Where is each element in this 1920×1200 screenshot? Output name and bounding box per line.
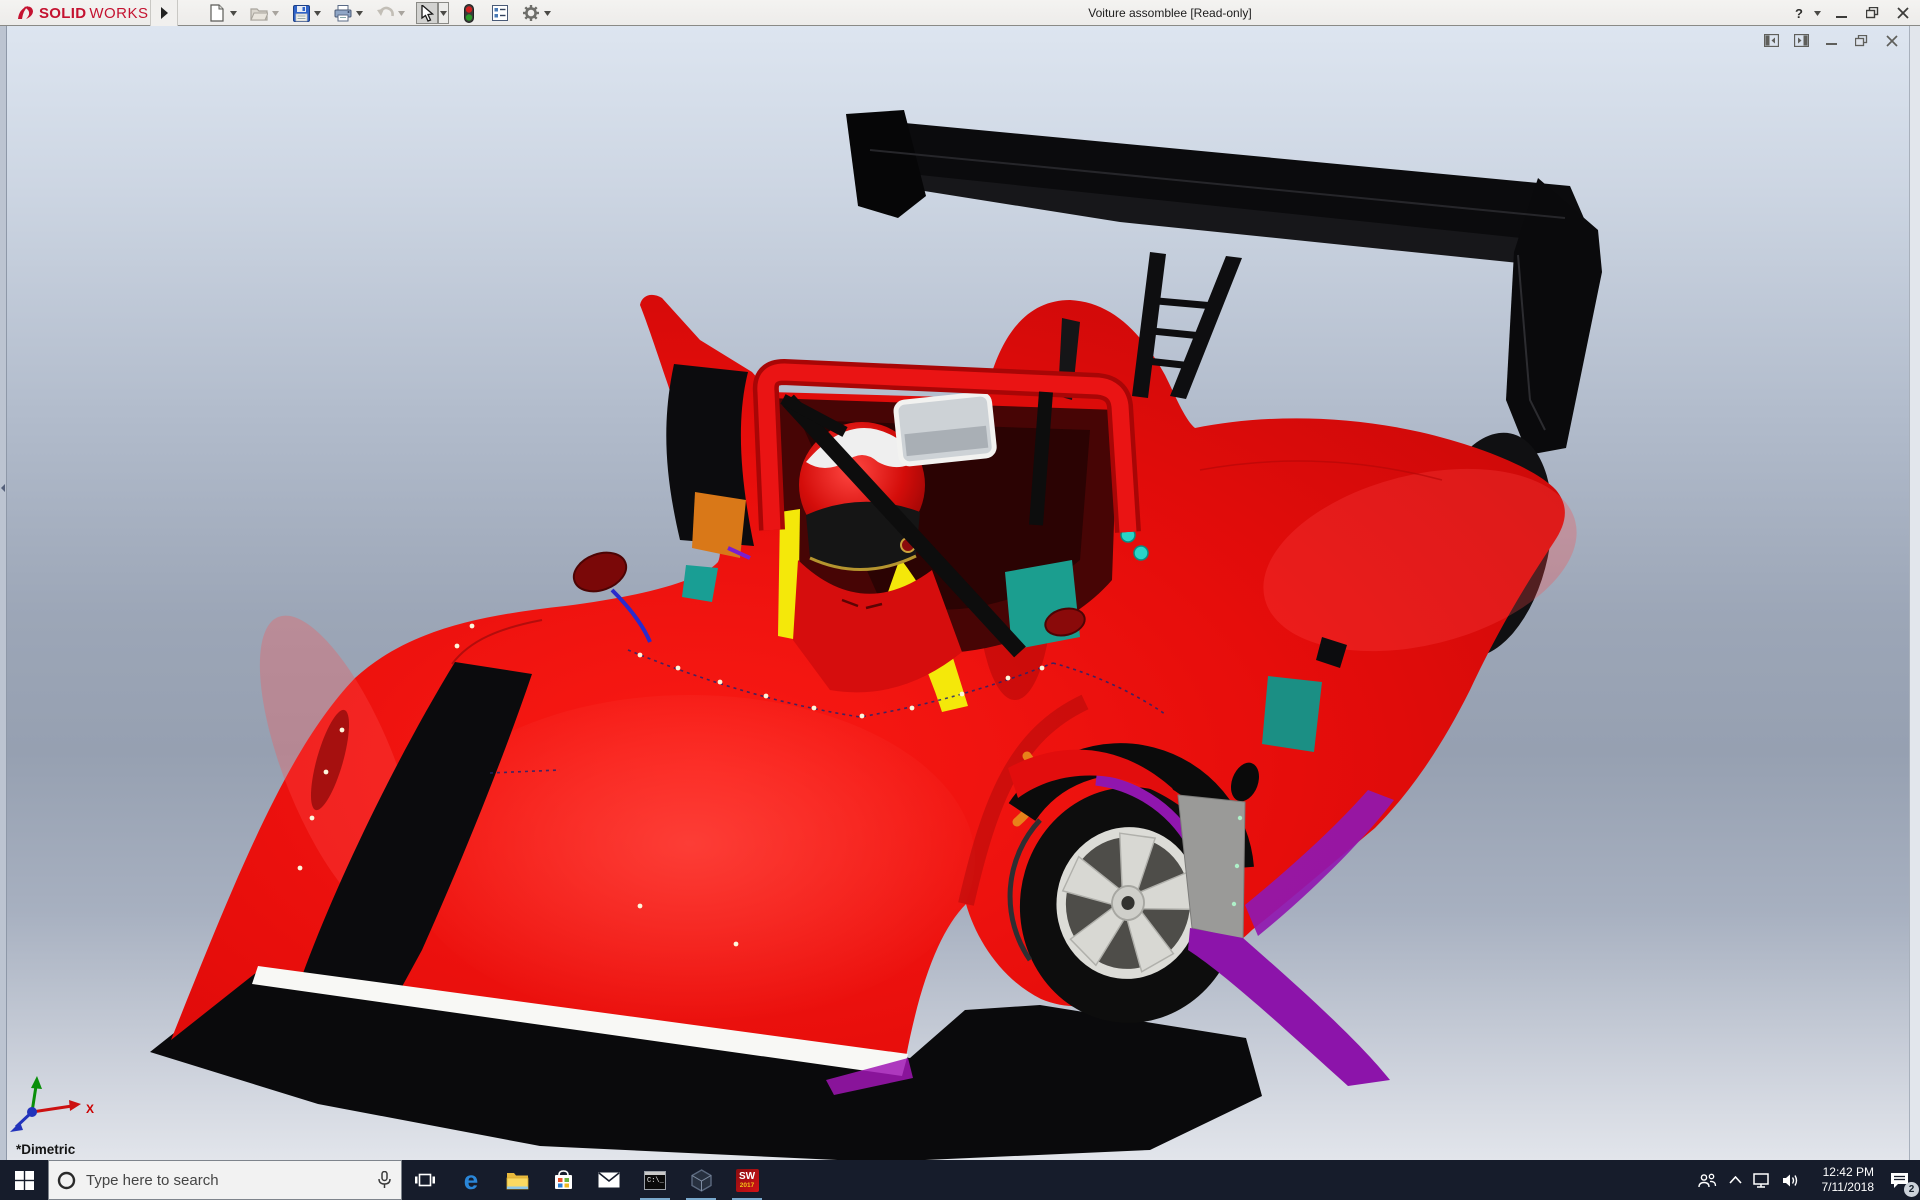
select-tool-button[interactable] xyxy=(416,2,438,24)
settings-dropdown[interactable] xyxy=(542,2,553,24)
new-document-dropdown[interactable] xyxy=(228,2,239,24)
solidworks-logo: SOLID WORKS xyxy=(14,0,149,26)
task-pane-strip[interactable] xyxy=(1909,26,1920,1160)
view-orientation-label: *Dimetric xyxy=(16,1142,76,1157)
start-button[interactable] xyxy=(0,1160,48,1200)
open-folder-icon xyxy=(250,7,268,21)
settings-gear-button[interactable] xyxy=(520,2,542,24)
brand-text-bold: SOLID xyxy=(39,4,87,22)
close-button[interactable] xyxy=(1892,2,1914,24)
teal-fitting-2 xyxy=(1133,545,1149,561)
interior-orange-panel xyxy=(692,492,746,558)
model-3d-view[interactable]: X xyxy=(0,26,1920,1160)
hexagon-app-icon xyxy=(690,1168,712,1192)
solidworks-app-icon: SW 2017 xyxy=(735,1168,759,1192)
undo-arrow-icon xyxy=(377,6,394,17)
taskbar-app-store[interactable] xyxy=(540,1160,586,1200)
minimize-button[interactable] xyxy=(1830,2,1852,24)
options-list-button[interactable] xyxy=(489,2,511,24)
save-floppy-icon xyxy=(292,4,310,22)
new-document-button[interactable] xyxy=(206,2,228,24)
collapse-arrow-icon xyxy=(1,484,5,492)
wing-struts xyxy=(1132,252,1242,399)
side-teal-vent xyxy=(1262,676,1322,752)
system-tray: 12:42 PM 7/11/2018 2 xyxy=(1692,1160,1920,1200)
taskbar-app-command-prompt[interactable]: C:\_ xyxy=(632,1160,678,1200)
taskbar-app-edge[interactable]: e xyxy=(448,1160,494,1200)
speaker-icon xyxy=(1783,1174,1798,1186)
volume-button[interactable] xyxy=(1776,1160,1806,1200)
clock-date: 7/11/2018 xyxy=(1821,1180,1875,1194)
action-center-button[interactable]: 2 xyxy=(1878,1160,1920,1200)
orientation-triad: X xyxy=(10,1076,94,1132)
notification-badge: 2 xyxy=(1904,1182,1919,1197)
restore-button[interactable] xyxy=(1861,2,1883,24)
people-icon xyxy=(1697,1173,1716,1187)
traffic-light-icon xyxy=(464,3,474,23)
taskbar-app-mail[interactable] xyxy=(586,1160,632,1200)
titlebar: SOLID WORKS Voiture assomblee [Read-only… xyxy=(0,0,1920,26)
hidden-icons-button[interactable] xyxy=(1722,1160,1748,1200)
task-view-icon xyxy=(415,1173,435,1187)
clock-time: 12:42 PM xyxy=(1822,1165,1874,1179)
doc-close-button[interactable] xyxy=(1883,33,1900,48)
network-button[interactable] xyxy=(1748,1160,1776,1200)
interior-teal-stripe xyxy=(682,565,718,602)
windows-taskbar: Type here to search e C:\_ SW 2017 12:42… xyxy=(0,1160,1920,1200)
flyout-arrow-icon xyxy=(161,7,168,19)
select-tool-dropdown[interactable] xyxy=(438,2,449,24)
taskbar-app-solidworks[interactable]: SW 2017 xyxy=(724,1160,770,1200)
undo-dropdown[interactable] xyxy=(396,2,407,24)
edge-icon: e xyxy=(463,1165,479,1195)
graphics-viewport[interactable]: X *Dimetric xyxy=(0,26,1920,1160)
ds-logo-icon xyxy=(18,6,33,19)
taskbar-search-box[interactable]: Type here to search xyxy=(48,1160,402,1200)
windows-logo-icon xyxy=(14,1170,34,1190)
feature-pane-splitter[interactable] xyxy=(0,26,7,1160)
taskbar-app-hexagon[interactable] xyxy=(678,1160,724,1200)
pane-left-button[interactable] xyxy=(1763,33,1780,48)
document-window-controls xyxy=(1763,33,1900,48)
doc-restore-button[interactable] xyxy=(1853,33,1870,48)
document-title: Voiture assomblee [Read-only] xyxy=(1088,6,1252,20)
people-button[interactable] xyxy=(1692,1160,1722,1200)
ethernet-icon xyxy=(1753,1172,1769,1188)
triad-x-label: X xyxy=(86,1102,94,1116)
taskbar-clock[interactable]: 12:42 PM 7/11/2018 xyxy=(1806,1165,1878,1195)
toolbar-flyout-button[interactable] xyxy=(150,0,178,26)
save-button[interactable] xyxy=(290,2,312,24)
select-cursor-icon xyxy=(420,4,434,22)
help-dropdown-icon[interactable] xyxy=(1814,10,1821,16)
taskbar-app-file-explorer[interactable] xyxy=(494,1160,540,1200)
microphone-icon[interactable] xyxy=(378,1171,391,1189)
task-view-button[interactable] xyxy=(402,1160,448,1200)
pane-right-button[interactable] xyxy=(1793,33,1810,48)
file-explorer-icon xyxy=(506,1172,528,1189)
chevron-up-icon xyxy=(1728,1176,1742,1184)
store-icon xyxy=(554,1170,572,1189)
search-placeholder-text: Type here to search xyxy=(86,1171,219,1189)
new-document-icon xyxy=(210,4,224,22)
save-dropdown[interactable] xyxy=(312,2,323,24)
window-controls: ? xyxy=(1793,0,1914,26)
cortana-icon xyxy=(57,1171,76,1189)
gear-icon xyxy=(523,5,539,21)
brand-text-light: WORKS xyxy=(89,4,149,22)
options-list-icon xyxy=(492,5,508,21)
solidworks-window: SOLID WORKS Voiture assomblee [Read-only… xyxy=(0,0,1920,1200)
help-button[interactable]: ? xyxy=(1793,6,1805,21)
undo-button[interactable] xyxy=(374,2,396,24)
print-button[interactable] xyxy=(332,2,354,24)
left-mirror xyxy=(572,551,628,593)
windscreen xyxy=(893,391,997,467)
mail-icon xyxy=(598,1172,620,1188)
rebuild-button[interactable] xyxy=(458,2,480,24)
doc-minimize-button[interactable] xyxy=(1823,33,1840,48)
print-dropdown[interactable] xyxy=(354,2,365,24)
print-icon xyxy=(334,4,352,21)
open-dropdown[interactable] xyxy=(270,2,281,24)
open-button[interactable] xyxy=(248,2,270,24)
standard-toolbar xyxy=(206,0,562,26)
command-prompt-icon: C:\_ xyxy=(644,1170,666,1190)
